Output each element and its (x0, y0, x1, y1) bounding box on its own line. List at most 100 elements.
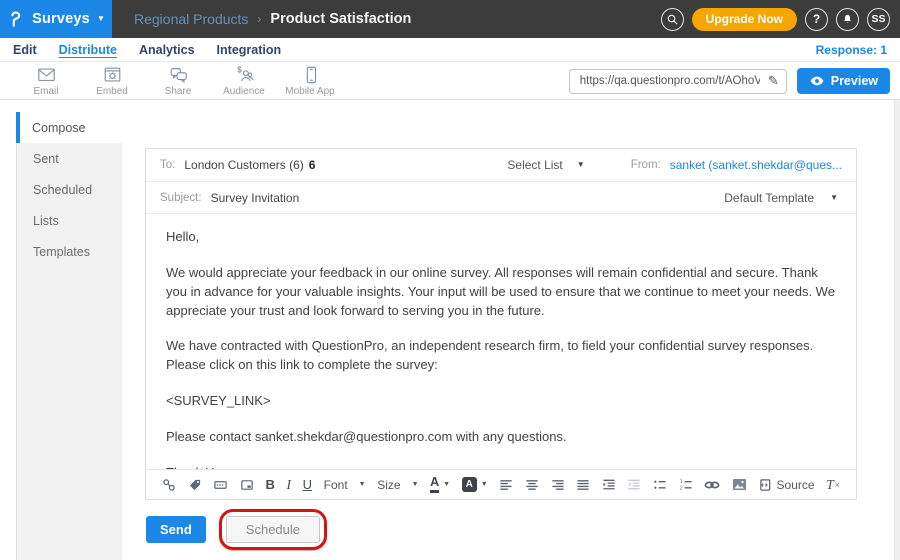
notifications-button[interactable] (836, 8, 859, 31)
edit-url-pencil-icon[interactable]: ✎ (768, 73, 779, 89)
breadcrumb-parent[interactable]: Regional Products (134, 11, 248, 27)
subject-row: Subject: Survey Invitation Default Templ… (146, 182, 856, 214)
survey-link-area: ✎ Preview (569, 62, 900, 94)
merge-tag-button[interactable] (188, 478, 202, 492)
link-rings-icon (162, 478, 176, 492)
avatar-initials: SS (871, 13, 885, 25)
preview-button[interactable]: Preview (797, 68, 890, 94)
text-color-button[interactable]: A ▼ (430, 476, 450, 493)
annotation-highlight-ring: Schedule (219, 509, 327, 550)
survey-url-box: ✎ (569, 69, 787, 94)
channel-mobile-app[interactable]: Mobile App (277, 62, 343, 97)
audience-icon: $ (234, 65, 255, 85)
upgrade-now-button[interactable]: Upgrade Now (692, 8, 797, 31)
template-dropdown[interactable]: Default Template ▼ (724, 191, 838, 205)
justify-button[interactable] (576, 478, 590, 492)
subject-value[interactable]: Survey Invitation (211, 191, 300, 205)
breadcrumb: Regional Products › Product Satisfaction (134, 11, 411, 27)
from-field: From: sanket (sanket.shekdar@ques... (631, 158, 842, 172)
align-left-button[interactable] (499, 478, 513, 492)
insert-field-button[interactable] (213, 478, 228, 492)
bulleted-list-icon (653, 478, 667, 492)
indent-icon (602, 478, 616, 492)
preview-label: Preview (831, 74, 878, 88)
send-actions: Send Schedule (146, 509, 327, 550)
sidebar-item-label: Compose (32, 121, 86, 135)
tab-analytics[interactable]: Analytics (139, 43, 195, 57)
chain-link-icon (704, 479, 720, 491)
numbered-list-icon: 1 2 (679, 478, 693, 492)
embed-block-icon (240, 478, 254, 492)
sidebar-item-lists[interactable]: Lists (17, 205, 122, 236)
embed-block-button[interactable] (240, 478, 254, 492)
remove-format-button[interactable]: T× (826, 477, 840, 493)
svg-text:$: $ (237, 66, 242, 75)
surveys-menu[interactable]: Surveys ▼ (0, 0, 112, 38)
insert-image-button[interactable] (732, 478, 747, 491)
schedule-button[interactable]: Schedule (226, 516, 320, 543)
sidebar-item-label: Lists (33, 214, 59, 228)
align-right-button[interactable] (551, 478, 565, 492)
insert-survey-link-button[interactable] (162, 478, 176, 492)
channel-share[interactable]: Share (145, 62, 211, 97)
align-center-button[interactable] (525, 478, 539, 492)
body-paragraph: We have contracted with QuestionPro, an … (166, 337, 836, 375)
background-color-button[interactable]: A ▼ (462, 477, 488, 492)
search-button[interactable] (661, 8, 684, 31)
select-list-dropdown[interactable]: Select List ▼ (507, 158, 584, 172)
decrease-indent-button[interactable] (627, 478, 641, 492)
channel-embed[interactable]: Embed (79, 62, 145, 97)
chevron-down-icon: ▼ (359, 481, 366, 488)
bold-button[interactable]: B (266, 477, 275, 492)
source-button[interactable]: Source (759, 478, 815, 492)
chevron-down-icon: ▼ (577, 161, 585, 169)
align-left-icon (499, 478, 513, 492)
svg-text:1: 1 (680, 479, 683, 485)
mobile-app-icon (300, 65, 321, 85)
channel-label: Share (165, 86, 192, 97)
email-body-editor[interactable]: Hello, We would appreciate your feedback… (146, 214, 856, 469)
italic-button[interactable]: I (287, 477, 292, 493)
sidebar-item-sent[interactable]: Sent (17, 143, 122, 174)
topbar-actions: Upgrade Now ? SS (661, 8, 900, 31)
sidebar-item-templates[interactable]: Templates (17, 236, 122, 267)
product-name: Surveys (32, 11, 90, 27)
tab-edit[interactable]: Edit (13, 43, 37, 57)
channel-audience[interactable]: $ Audience (211, 62, 277, 97)
channel-email[interactable]: Email (13, 62, 79, 97)
send-button[interactable]: Send (146, 516, 206, 543)
increase-indent-button[interactable] (602, 478, 616, 492)
tab-distribute[interactable]: Distribute (59, 43, 117, 57)
align-right-icon (551, 478, 565, 492)
underline-button[interactable]: U (303, 477, 312, 492)
from-label: From: (631, 159, 661, 171)
tag-icon (188, 478, 202, 492)
size-dropdown[interactable]: Size ▼ (377, 478, 418, 492)
subject-label: Subject: (160, 192, 202, 204)
justify-icon (576, 478, 590, 492)
scrollbar-track[interactable] (894, 100, 900, 560)
from-value[interactable]: sanket (sanket.shekdar@ques... (670, 158, 842, 172)
compose-panel: To: London Customers (6) 6 Select List ▼… (145, 148, 857, 500)
to-value[interactable]: London Customers (6) (184, 158, 303, 172)
avatar[interactable]: SS (867, 8, 890, 31)
survey-nav-tabs: Edit Distribute Analytics Integration Re… (0, 38, 900, 62)
font-dropdown[interactable]: Font ▼ (324, 478, 366, 492)
insert-link-button[interactable] (704, 479, 720, 491)
sidebar-item-scheduled[interactable]: Scheduled (17, 174, 122, 205)
to-row: To: London Customers (6) 6 Select List ▼… (146, 149, 856, 182)
numbered-list-button[interactable]: 1 2 (679, 478, 693, 492)
response-count[interactable]: Response: 1 (816, 43, 887, 57)
survey-url-input[interactable] (569, 69, 787, 94)
tab-integration[interactable]: Integration (217, 43, 282, 57)
bulleted-list-button[interactable] (653, 478, 667, 492)
sidebar-item-label: Templates (33, 245, 90, 259)
help-button[interactable]: ? (805, 8, 828, 31)
channel-label: Audience (223, 86, 265, 97)
questionpro-logo-icon (7, 9, 25, 29)
question-mark-icon: ? (813, 12, 820, 26)
email-sidebar: Compose Sent Scheduled Lists Templates (16, 112, 122, 560)
email-workspace: Compose Sent Scheduled Lists Templates T… (0, 100, 900, 560)
recipient-count-badge: 6 (309, 158, 316, 172)
sidebar-item-compose[interactable]: Compose (16, 112, 122, 143)
